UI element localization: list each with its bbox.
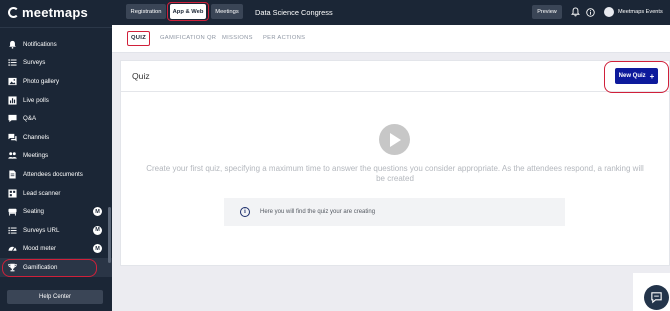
user-avatar[interactable] [604, 7, 614, 17]
sidebar-item-qa[interactable]: Q&A [0, 109, 112, 128]
gauge-icon [8, 244, 17, 253]
sidebar-divider [0, 27, 112, 28]
page-title: Quiz [132, 71, 150, 81]
tab-per-actions[interactable]: PER ACTIONS [263, 35, 305, 41]
sidebar-item-label: Lead scanner [23, 189, 61, 197]
seat-icon [8, 207, 17, 216]
bell-icon [8, 40, 17, 49]
document-icon [8, 170, 17, 179]
meeting-icon [8, 151, 17, 160]
card-header: Quiz New Quiz + [121, 61, 669, 93]
info-banner: i Here you will find the quiz your are c… [224, 198, 565, 226]
sidebar-menu: Notifications Surveys Photo gallery Live… [0, 35, 112, 277]
sidebar-item-label: Live polls [23, 96, 49, 104]
sidebar: meetmaps Notifications Surveys Photo gal… [0, 0, 112, 311]
sidebar-item-label: Attendees documents [23, 170, 83, 178]
sidebar-item-label: Notifications [23, 40, 57, 48]
trophy-icon [8, 263, 17, 272]
sidebar-item-label: Channels [23, 133, 50, 141]
help-center-button[interactable]: Help Center [7, 290, 103, 304]
user-name[interactable]: Meetmaps Events [618, 9, 663, 15]
channels-icon [8, 133, 17, 142]
module-badge: M [93, 244, 102, 254]
logo-text: meetmaps [22, 4, 88, 20]
play-video-icon[interactable] [379, 124, 410, 155]
sidebar-item-seating[interactable]: Seating M [0, 202, 112, 221]
list-icon [8, 226, 17, 235]
sidebar-item-photo-gallery[interactable]: Photo gallery [0, 72, 112, 91]
gamification-subtabs: QUIZ GAMIFICATION QR MISSIONS PER ACTION… [112, 25, 670, 53]
sidebar-item-surveys-url[interactable]: Surveys URL M [0, 221, 112, 240]
notification-bell-icon[interactable] [571, 7, 580, 17]
sidebar-item-label: Q&A [23, 115, 37, 123]
tab-gamification-qr[interactable]: GAMIFICATION QR [160, 35, 216, 41]
sidebar-item-label: Surveys [23, 59, 46, 67]
plus-icon: + [649, 71, 655, 81]
meetmaps-logo[interactable]: meetmaps [8, 4, 108, 20]
logo-icon [8, 6, 19, 18]
scanner-icon [8, 188, 17, 198]
sidebar-item-mood-meter[interactable]: Mood meter M [0, 240, 112, 259]
top-navigation-bar: Registration App & Web Meetings Data Sci… [112, 0, 670, 25]
help-info-icon[interactable] [586, 7, 595, 17]
sidebar-item-live-polls[interactable]: Live polls [0, 91, 112, 110]
info-banner-text: Here you will find the quiz your are cre… [260, 209, 376, 215]
tab-meetings[interactable]: Meetings [211, 4, 243, 19]
poll-icon [8, 96, 17, 105]
sidebar-item-label: Seating [23, 208, 44, 216]
info-icon: i [240, 207, 250, 217]
tab-app-web[interactable]: App & Web [167, 2, 209, 21]
sidebar-item-notifications[interactable]: Notifications [0, 35, 112, 54]
sidebar-scrollbar[interactable] [108, 207, 111, 263]
list-icon [8, 58, 17, 67]
module-badge: M [93, 225, 102, 235]
sidebar-item-meetings[interactable]: Meetings [0, 147, 112, 166]
quiz-card: Quiz New Quiz + Create your first quiz, … [121, 61, 669, 265]
module-badge: M [93, 207, 102, 217]
event-name: Data Science Congress [255, 8, 333, 17]
tab-missions[interactable]: MISSIONS [222, 35, 253, 41]
sidebar-item-label: Gamification [23, 263, 58, 271]
image-icon [8, 77, 17, 86]
sidebar-item-channels[interactable]: Channels [0, 128, 112, 147]
sidebar-item-label: Surveys URL [23, 226, 60, 234]
sidebar-item-label: Meetings [23, 152, 49, 160]
sidebar-item-attendees-documents[interactable]: Attendees documents [0, 165, 112, 184]
chat-bubble-icon [8, 114, 17, 123]
empty-state-description: Create your first quiz, specifying a max… [146, 164, 644, 183]
new-quiz-label: New Quiz [618, 73, 646, 79]
sidebar-item-gamification[interactable]: Gamification [0, 258, 112, 277]
sidebar-item-lead-scanner[interactable]: Lead scanner [0, 184, 112, 203]
chat-support-button[interactable] [644, 285, 669, 310]
new-quiz-button[interactable]: New Quiz + [604, 61, 669, 93]
sidebar-item-label: Mood meter [23, 245, 57, 253]
sidebar-item-surveys[interactable]: Surveys [0, 54, 112, 73]
tab-registration[interactable]: Registration [126, 4, 166, 19]
preview-button[interactable]: Preview [532, 5, 562, 19]
chat-icon [651, 292, 662, 304]
tab-quiz[interactable]: QUIZ [126, 31, 151, 46]
sidebar-item-label: Photo gallery [23, 77, 60, 85]
